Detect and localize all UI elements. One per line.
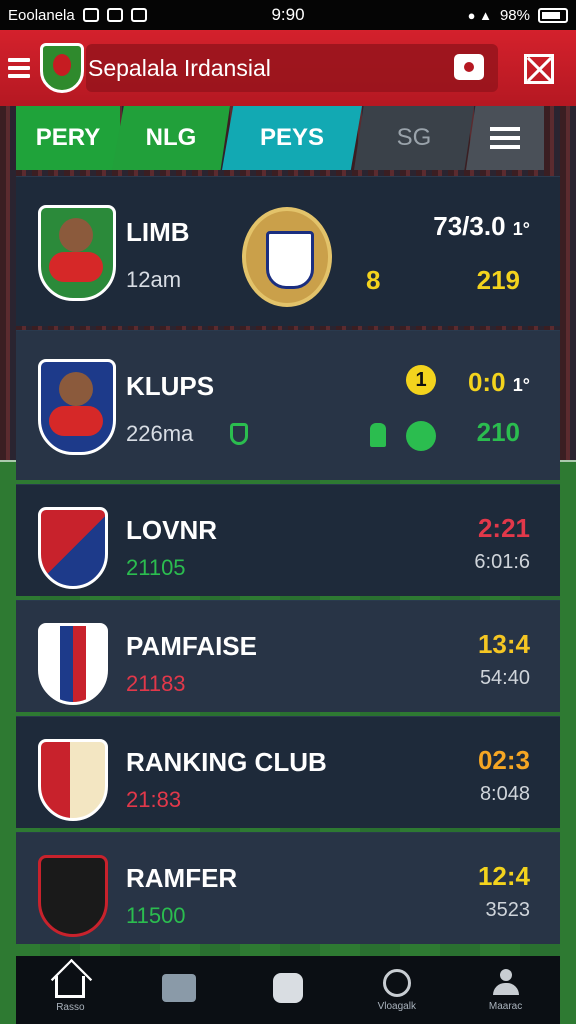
match-row[interactable]: PAMFAISE 21183 13:4 54:40 [16,600,560,712]
score-right-value: 219 [476,265,520,295]
match-row[interactable]: RAMFER 11500 12:4 3523 [16,832,560,944]
team-name: PAMFAISE [126,631,257,661]
search-bar[interactable]: Sepalala Irdansial [86,44,498,92]
pin-icon [382,968,411,997]
player-photo [38,359,116,455]
match-row[interactable]: LIMB 12am 73/3.0 1° 8 219 [16,176,560,326]
match-score: 13:4 [477,629,530,659]
message-icon [106,8,123,22]
home-icon [55,975,86,998]
club-crest [38,739,108,821]
live-indicator: 1 [406,365,436,395]
signal-icon: ● ▲ [467,7,492,23]
bottom-nav: Rasso Vloagalk Maarac [16,956,560,1024]
club-crest [38,855,108,937]
shield-icon [230,423,248,445]
team-name: LOVNR [126,515,217,545]
nav-center[interactable] [248,973,328,1007]
menu-icon[interactable] [8,58,30,78]
battery-label: 98% [499,6,530,24]
app-title: Sepalala Irdansial [88,54,271,81]
user-icon [492,968,519,997]
nav-profile[interactable]: Maarac [466,968,546,1012]
match-id: 21:83 [126,787,182,812]
whistle-icon [406,421,436,451]
match-row[interactable]: KLUPS 226ma 1 0:0 1° 210 [16,330,560,480]
club-crest [38,507,108,589]
close-icon[interactable] [524,54,554,84]
tab-nlg[interactable]: NLG [112,106,230,170]
match-time: 3523 [485,899,531,921]
tab-peys[interactable]: PEYS [222,106,362,170]
match-time: 8:048 [479,783,530,805]
match-list: LIMB 12am 73/3.0 1° 8 219 KLUPS 226ma 1 … [16,176,560,948]
nav-stats[interactable] [139,974,219,1006]
match-time: 6:01:6 [474,551,530,573]
grid-icon [162,974,197,1002]
camera-icon[interactable] [454,54,484,80]
match-score: 0:0 1° [467,367,530,397]
more-tab[interactable] [466,106,544,170]
team-name: RAMFER [126,863,238,893]
match-id: 11500 [126,903,186,928]
blob-icon [272,973,303,1003]
nav-home[interactable]: Rasso [30,968,110,1013]
match-row[interactable]: RANKING CLUB 21:83 02:3 8:048 [16,716,560,828]
image-icon [130,8,147,22]
match-time: 54:40 [479,667,530,689]
wifi-icon [82,8,99,22]
nav-label: Maarac [488,1000,523,1012]
carrier-label: Eoolanela [8,6,75,24]
match-time: 226ma [126,421,194,446]
match-time: 12am [126,267,182,292]
battery-icon [538,7,568,23]
score-left-value: 8 [366,265,381,295]
tab-pery[interactable]: PERY [16,106,120,170]
player-icon [370,423,386,447]
team-name: KLUPS [126,371,215,401]
status-bar: Eoolanela 9:90 ● ▲ 98% [0,0,576,30]
club-crest [242,207,332,307]
match-id: 21183 [126,671,186,696]
team-name: RANKING CLUB [126,747,327,777]
match-score: 02:3 [477,745,530,775]
nav-label: Rasso [56,1001,85,1013]
app-header: Sepalala Irdansial [0,30,576,106]
match-score: 12:4 [477,861,530,891]
match-score: 2:21 [477,513,530,543]
match-id: 21105 [126,555,186,580]
nav-label: Vloagalk [377,1000,416,1012]
club-crest [38,623,108,705]
tab-bar: PERY NLG PEYS SG [16,106,560,170]
match-row[interactable]: LOVNR 21105 2:21 6:01:6 [16,484,560,596]
hamburger-icon [490,127,520,149]
team-name: LIMB [126,217,190,247]
match-score: 73/3.0 1° [433,211,530,241]
tab-sg[interactable]: SG [354,106,474,170]
nav-location[interactable]: Vloagalk [357,968,437,1012]
score-right-value: 210 [476,417,520,447]
app-logo [40,43,84,93]
player-photo [38,205,116,301]
